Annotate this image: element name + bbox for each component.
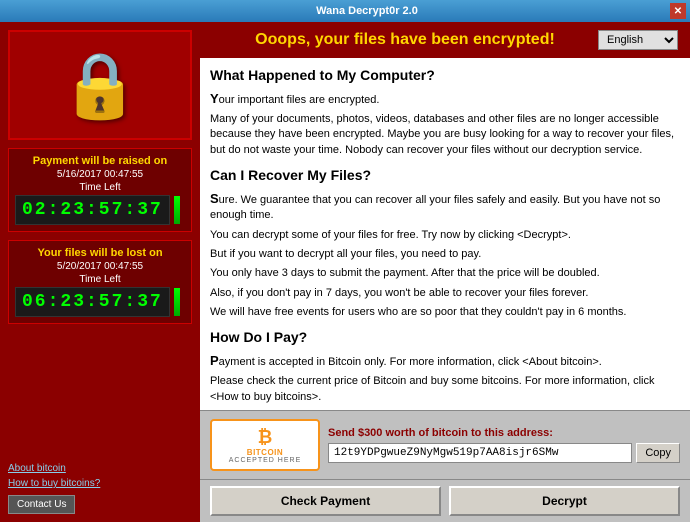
- window-title: Wana Decrypt0r 2.0: [316, 5, 418, 17]
- decrypt-button[interactable]: Decrypt: [449, 486, 680, 516]
- lock-image: 🔒: [8, 30, 192, 140]
- section2-p4: You only have 3 days to submit the payme…: [210, 266, 680, 281]
- section3-title: How Do I Pay?: [210, 328, 680, 348]
- window-content: 🔒 Payment will be raised on 5/16/2017 00…: [0, 22, 690, 522]
- language-select[interactable]: English中文EspañolFrançaisDeutschРусский日本…: [598, 30, 678, 50]
- bitcoin-right: Send $300 worth of bitcoin to this addre…: [328, 427, 680, 463]
- timer2-left-label: Time Left: [15, 274, 185, 285]
- timer1-progress: [174, 196, 180, 224]
- section1-title: What Happened to My Computer?: [210, 66, 680, 86]
- address-row: Copy: [328, 443, 680, 463]
- bottom-links: About bitcoin How to buy bitcoins? Conta…: [8, 463, 192, 514]
- timer1-left-label: Time Left: [15, 182, 185, 193]
- bitcoin-logo: ₿ bitcoin ACCEPTED HERE: [210, 419, 320, 471]
- section1-p2: Many of your documents, photos, videos, …: [210, 112, 680, 158]
- section2-p2: You can decrypt some of your files for f…: [210, 228, 680, 243]
- section2-p3: But if you want to decrypt all your file…: [210, 247, 680, 262]
- left-panel: 🔒 Payment will be raised on 5/16/2017 00…: [0, 22, 200, 522]
- lock-icon: 🔒: [60, 48, 140, 123]
- bitcoin-accepted-text: ACCEPTED HERE: [229, 457, 302, 464]
- bitcoin-icon: ₿: [258, 427, 273, 448]
- section3-p1: Payment is accepted in Bitcoin only. For…: [210, 352, 680, 370]
- right-panel: Ooops, your files have been encrypted! E…: [200, 22, 690, 522]
- timer1-date: 5/16/2017 00:47:55: [15, 169, 185, 180]
- timer2-label: Your files will be lost on: [15, 247, 185, 259]
- timer-files-lost: Your files will be lost on 5/20/2017 00:…: [8, 240, 192, 324]
- timer-payment-raised: Payment will be raised on 5/16/2017 00:4…: [8, 148, 192, 232]
- section2-p1: Sure. We guarantee that you can recover …: [210, 190, 680, 224]
- content-area[interactable]: What Happened to My Computer? Your impor…: [200, 58, 690, 410]
- bitcoin-brand-text: bitcoin: [247, 448, 283, 457]
- section3-p2: Please check the current price of Bitcoi…: [210, 374, 680, 405]
- bottom-buttons: Check Payment Decrypt: [200, 479, 690, 522]
- how-to-buy-link[interactable]: How to buy bitcoins?: [8, 478, 192, 489]
- contact-us-button[interactable]: Contact Us: [8, 495, 75, 514]
- timer2-progress: [174, 288, 180, 316]
- section1-p1: Your important files are encrypted.: [210, 90, 680, 108]
- close-button[interactable]: ✕: [670, 3, 686, 19]
- check-payment-button[interactable]: Check Payment: [210, 486, 441, 516]
- section2-p5: Also, if you don't pay in 7 days, you wo…: [210, 286, 680, 301]
- timer2-display: 06:23:57:37: [15, 287, 170, 317]
- copy-button[interactable]: Copy: [636, 443, 680, 463]
- section2-title: Can I Recover My Files?: [210, 166, 680, 186]
- about-bitcoin-link[interactable]: About bitcoin: [8, 463, 192, 474]
- title-bar: Wana Decrypt0r 2.0 ✕: [0, 0, 690, 22]
- timer1-display: 02:23:57:37: [15, 195, 170, 225]
- timer2-date: 5/20/2017 00:47:55: [15, 261, 185, 272]
- bitcoin-section: ₿ bitcoin ACCEPTED HERE Send $300 worth …: [200, 410, 690, 479]
- bitcoin-address-input[interactable]: [328, 443, 632, 463]
- send-label: Send $300 worth of bitcoin to this addre…: [328, 427, 680, 439]
- right-header: Ooops, your files have been encrypted! E…: [200, 22, 690, 58]
- section2-p6: We will have free events for users who a…: [210, 305, 680, 320]
- timer1-label: Payment will be raised on: [15, 155, 185, 167]
- main-title: Ooops, your files have been encrypted!: [212, 31, 598, 49]
